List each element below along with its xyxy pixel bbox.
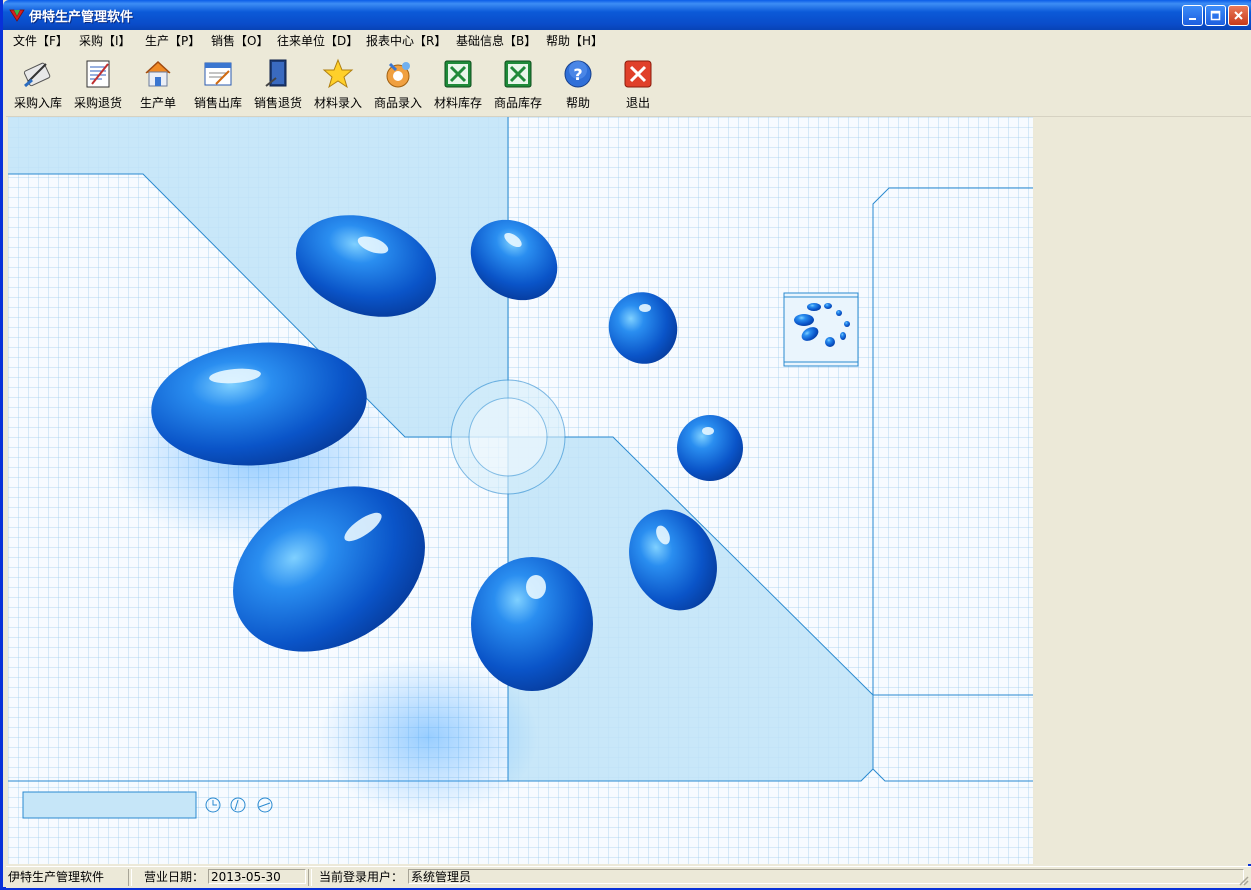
purchase-return-button[interactable]: 采购退货 <box>69 54 127 112</box>
toolbar-label: 帮助 <box>565 96 590 110</box>
exit-button[interactable]: 退出 <box>609 54 667 112</box>
business-date-value: 2013-05-30 <box>208 869 306 884</box>
purchase-in-button[interactable]: 采购入库 <box>9 54 67 112</box>
menu-help[interactable]: 帮助【H】 <box>546 32 603 49</box>
production-order-icon <box>145 60 171 87</box>
title-bar[interactable]: 伊特生产管理软件 <box>3 0 1251 30</box>
menu-reports[interactable]: 报表中心【R】 <box>366 32 446 49</box>
maximize-button[interactable] <box>1205 5 1226 26</box>
toolbar-label: 退出 <box>625 96 650 110</box>
toolbar-label: 采购入库 <box>13 96 62 110</box>
excel-icon <box>444 60 472 88</box>
window-title: 伊特生产管理软件 <box>29 10 134 25</box>
status-bar: 伊特生产管理软件 营业日期： 2013-05-30 当前登录用户： 系统管理员 <box>6 866 1251 888</box>
maximize-icon <box>1210 10 1221 21</box>
toolbar-label: 商品库存 <box>493 96 542 110</box>
goods-entry-icon <box>386 62 410 88</box>
purchase-return-icon <box>86 60 110 88</box>
menu-file[interactable]: 文件【F】 <box>13 32 68 49</box>
toolbar-label: 材料录入 <box>313 96 362 110</box>
right-panel <box>1033 117 1251 864</box>
app-logo-icon <box>9 9 25 22</box>
exit-icon <box>624 60 652 88</box>
material-stock-button[interactable]: 材料库存 <box>429 54 487 112</box>
status-separator <box>308 869 312 886</box>
minimize-icon <box>1189 18 1196 20</box>
sales-return-button[interactable]: 销售退货 <box>249 54 307 112</box>
sales-out-icon <box>204 62 232 86</box>
main-client-area <box>8 117 1033 864</box>
goods-stock-button[interactable]: 商品库存 <box>489 54 547 112</box>
goods-entry-button[interactable]: 商品录入 <box>369 54 427 112</box>
help-icon: ? <box>564 60 592 88</box>
resize-grip-icon[interactable] <box>1237 874 1249 886</box>
background-artwork <box>8 117 1033 819</box>
menu-bar: 文件【F】 采购【I】 生产【P】 销售【O】 往来单位【D】 报表中心【R】 … <box>6 30 1251 50</box>
close-icon <box>1234 11 1243 20</box>
sales-out-button[interactable]: 销售出库 <box>189 54 247 112</box>
purchase-in-icon <box>23 62 51 88</box>
toolbar-label: 销售出库 <box>193 96 242 110</box>
star-icon <box>322 58 354 89</box>
status-separator <box>128 869 132 886</box>
close-button[interactable] <box>1228 5 1249 26</box>
menu-purchase[interactable]: 采购【I】 <box>79 32 131 49</box>
minimize-button[interactable] <box>1182 5 1203 26</box>
sales-return-icon <box>265 59 287 87</box>
business-date-label: 营业日期： <box>144 870 205 884</box>
production-order-button[interactable]: 生产单 <box>129 54 187 112</box>
toolbar-label: 商品录入 <box>373 96 422 110</box>
help-button[interactable]: ? 帮助 <box>549 54 607 112</box>
menu-sales[interactable]: 销售【O】 <box>211 32 268 49</box>
main-window: 伊特生产管理软件 文件【F】 采购【I】 生产【P】 销售【O】 往来单位【D】… <box>0 0 1251 890</box>
svg-text:?: ? <box>573 65 582 84</box>
toolbar-label: 采购退货 <box>73 96 122 110</box>
current-user-label: 当前登录用户： <box>319 870 404 884</box>
menu-basic-info[interactable]: 基础信息【B】 <box>456 32 536 49</box>
toolbar: 采购入库 采购退货 生产单 销售出库 销售退货 材料录入 商品录入 材料库存 商… <box>6 50 1251 117</box>
toolbar-label: 生产单 <box>139 96 176 110</box>
menu-production[interactable]: 生产【P】 <box>145 32 200 49</box>
material-entry-button[interactable]: 材料录入 <box>309 54 367 112</box>
toolbar-label: 销售退货 <box>253 96 302 110</box>
current-user-value: 系统管理员 <box>408 869 1244 884</box>
status-app-name: 伊特生产管理软件 <box>8 870 105 884</box>
toolbar-label: 材料库存 <box>433 96 482 110</box>
menu-partners[interactable]: 往来单位【D】 <box>277 32 358 49</box>
excel-icon <box>504 60 532 88</box>
